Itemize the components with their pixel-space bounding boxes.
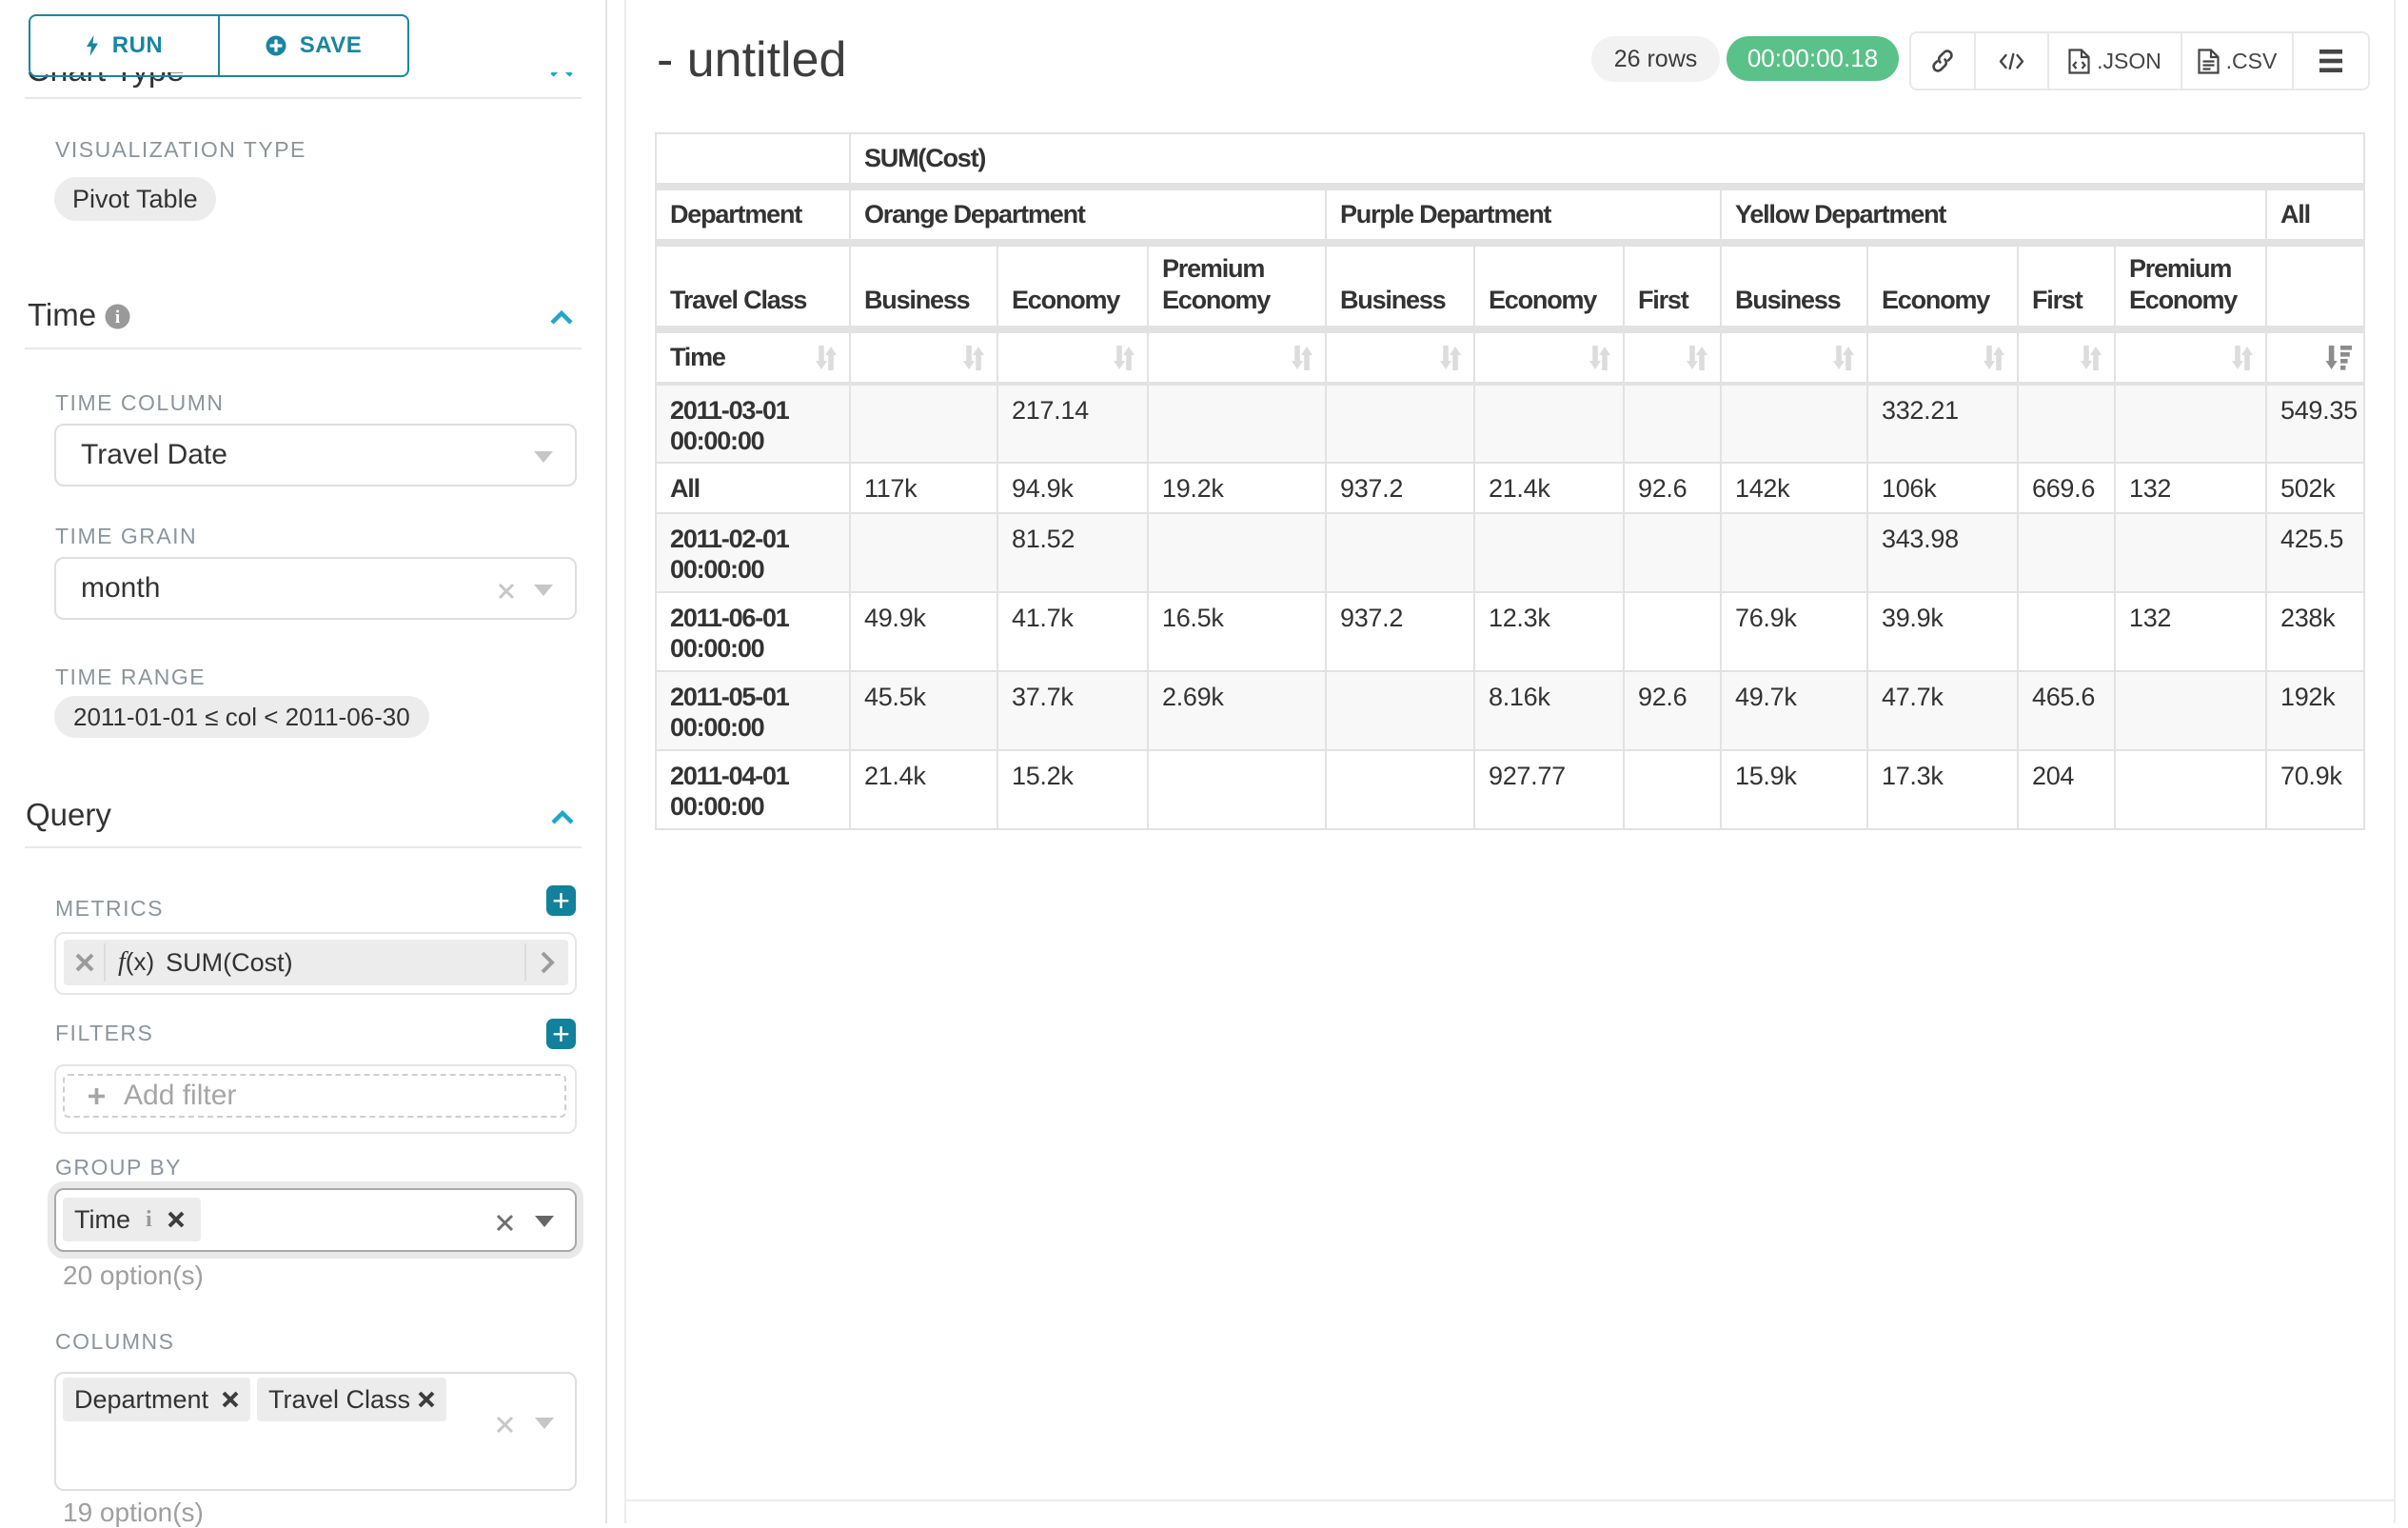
svg-text:i: i (115, 308, 120, 327)
